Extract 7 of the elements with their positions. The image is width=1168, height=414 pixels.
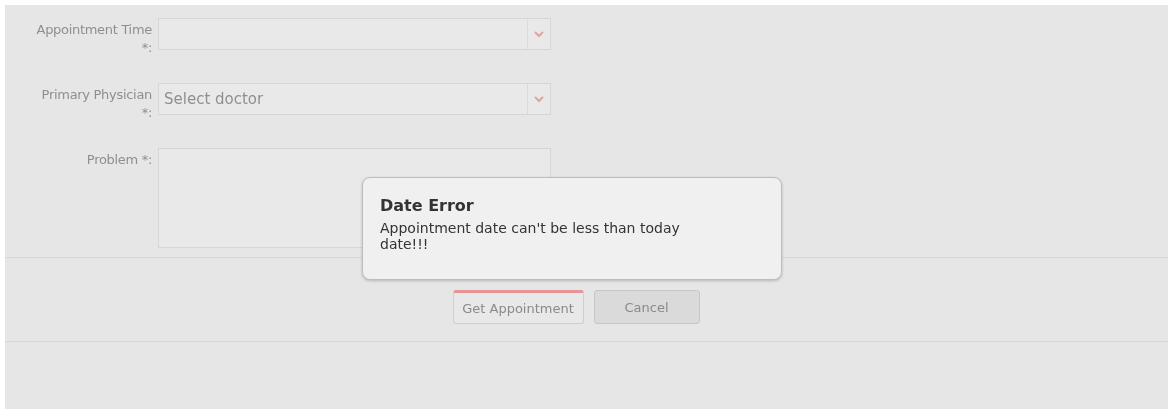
chevron-down-icon	[534, 95, 544, 103]
dialog-message: Appointment date can't be less than today date!!!	[380, 220, 681, 252]
chevron-down-icon	[534, 30, 544, 38]
field-label: Problem *:	[85, 151, 152, 169]
field-label: Primary Physician *:	[40, 86, 152, 122]
field-label: Appointment Time *:	[35, 21, 152, 57]
dialog-title: Date Error	[380, 196, 475, 215]
